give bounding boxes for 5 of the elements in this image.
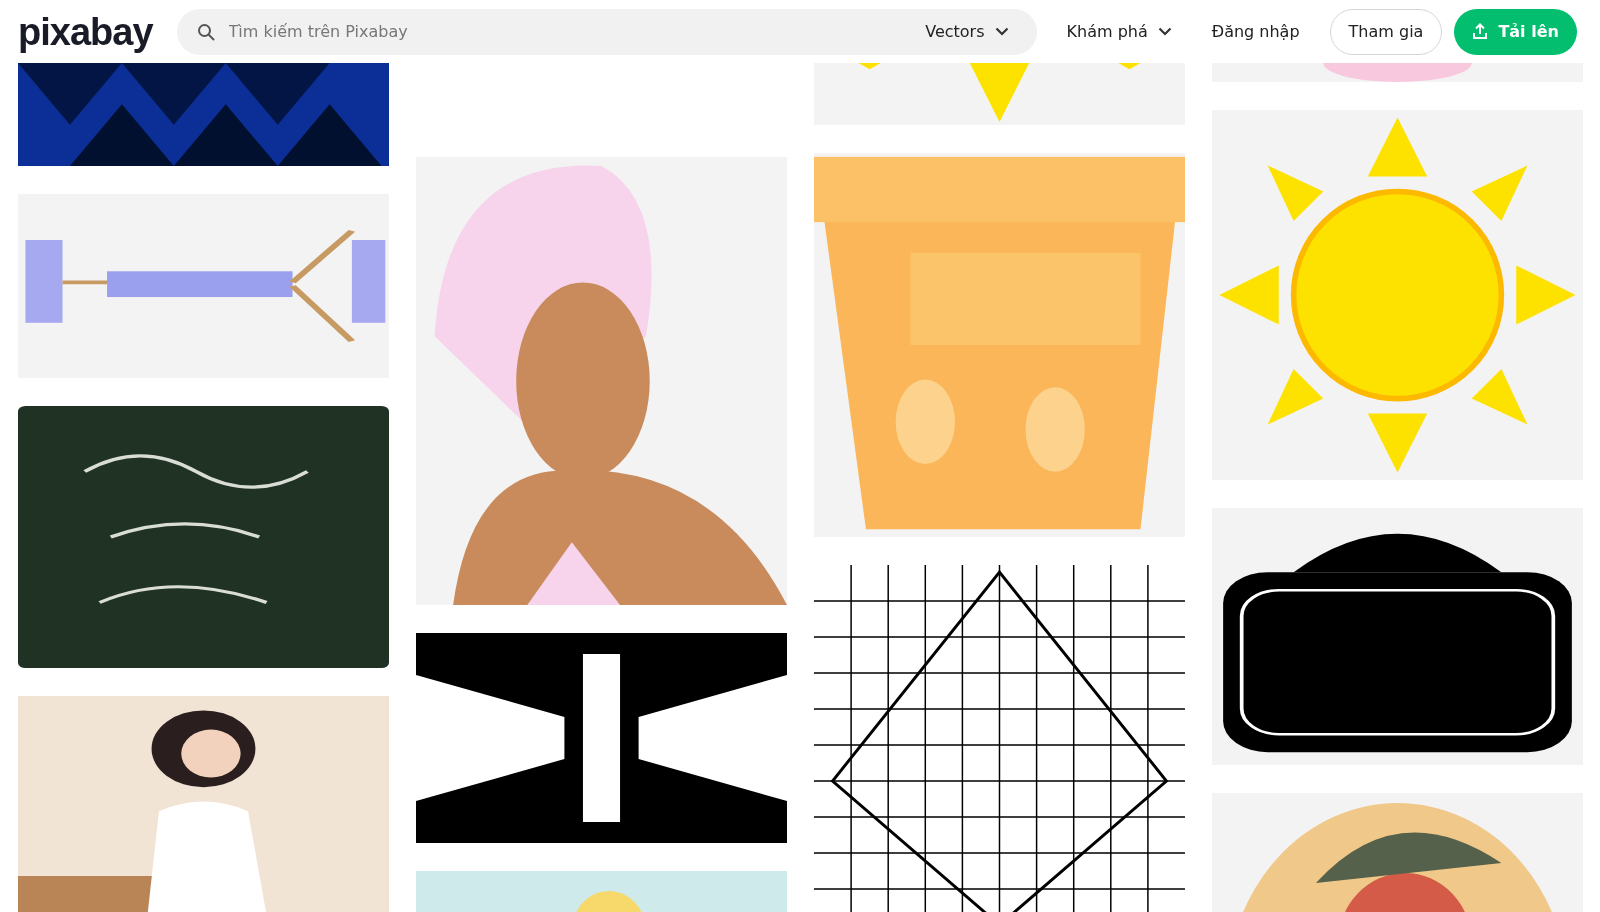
logo[interactable]: pixabay — [18, 12, 153, 51]
filter-dropdown[interactable]: Vectors — [915, 8, 1019, 55]
explore-menu[interactable]: Khám phá — [1056, 8, 1182, 55]
search-field[interactable]: Tìm kiếm trên Pixabay Vectors — [176, 8, 1037, 55]
login-link[interactable]: Đăng nhập — [1201, 8, 1310, 55]
